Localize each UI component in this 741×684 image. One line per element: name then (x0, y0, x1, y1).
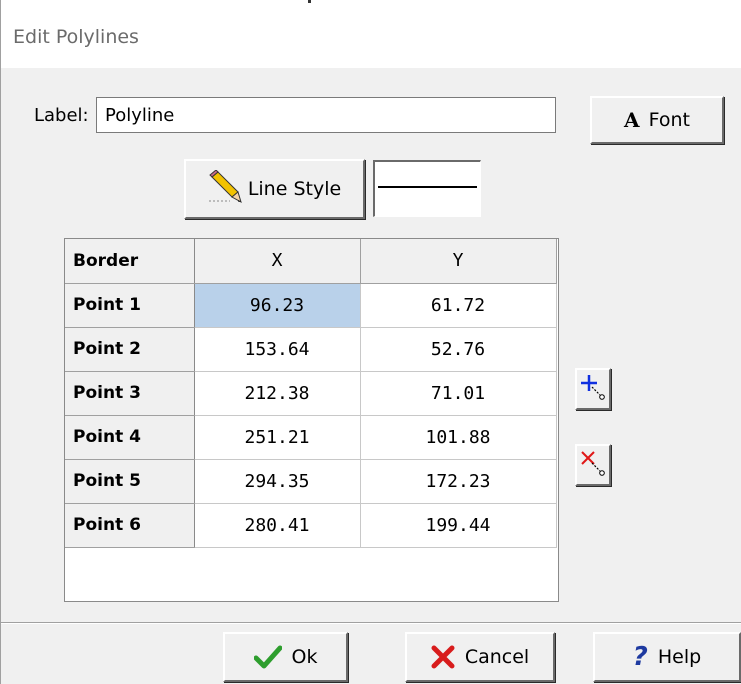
delete-point-button[interactable] (575, 444, 611, 486)
cell-y[interactable]: 71.01 (360, 371, 557, 416)
title-bar-mark (308, 0, 311, 3)
row-header[interactable]: Point 4 (65, 415, 195, 460)
pencil-icon (208, 168, 242, 209)
column-header-y[interactable]: Y (360, 239, 557, 284)
grid-header-row: Border X Y (65, 239, 557, 284)
line-style-button[interactable]: Line Style (184, 159, 365, 219)
line-style-button-label: Line Style (247, 178, 342, 200)
delete-point-icon (580, 448, 606, 483)
table-row: Point 3 212.38 71.01 (65, 371, 557, 416)
points-table: Border X Y Point 1 96.23 61.72 Point 2 1… (65, 239, 557, 548)
help-button-label: Help (657, 646, 702, 668)
add-point-icon (580, 372, 606, 407)
row-header[interactable]: Point 1 (65, 283, 195, 328)
ok-button[interactable]: Ok (223, 632, 348, 682)
cell-x[interactable]: 96.23 (194, 283, 361, 328)
table-row: Point 4 251.21 101.88 (65, 415, 557, 460)
cancel-button-label: Cancel (464, 646, 530, 668)
cell-x[interactable]: 294.35 (194, 459, 361, 504)
cancel-button[interactable]: Cancel (405, 632, 555, 682)
cell-x[interactable]: 251.21 (194, 415, 361, 460)
checkmark-icon (253, 645, 282, 669)
cell-y[interactable]: 61.72 (360, 283, 557, 328)
edit-polylines-dialog: Edit Polylines Label: A Font Line Style … (0, 0, 741, 684)
cell-y[interactable]: 199.44 (360, 503, 557, 548)
line-style-preview (373, 160, 481, 217)
cell-y[interactable]: 52.76 (360, 327, 557, 372)
line-preview-stroke (378, 186, 477, 188)
footer-divider-highlight (1, 623, 741, 624)
help-button[interactable]: ? Help (593, 632, 741, 682)
row-header[interactable]: Point 5 (65, 459, 195, 504)
add-point-button[interactable] (575, 368, 611, 410)
ok-button-label: Ok (291, 646, 318, 668)
row-header[interactable]: Point 6 (65, 503, 195, 548)
cancel-x-icon (431, 645, 455, 669)
title-bar: Edit Polylines (1, 0, 741, 68)
label-caption: Label: (34, 105, 89, 126)
column-header-x[interactable]: X (194, 239, 361, 284)
table-row: Point 5 294.35 172.23 (65, 459, 557, 504)
table-row: Point 6 280.41 199.44 (65, 503, 557, 548)
points-grid[interactable]: Border X Y Point 1 96.23 61.72 Point 2 1… (64, 238, 559, 602)
table-row: Point 2 153.64 52.76 (65, 327, 557, 372)
corner-header: Border (65, 239, 195, 284)
table-row: Point 1 96.23 61.72 (65, 283, 557, 328)
font-button[interactable]: A Font (590, 96, 724, 144)
row-header[interactable]: Point 3 (65, 371, 195, 416)
cell-x[interactable]: 280.41 (194, 503, 361, 548)
cell-y[interactable]: 172.23 (360, 459, 557, 504)
label-input[interactable] (96, 97, 556, 133)
font-icon: A (624, 108, 640, 132)
font-button-label: Font (648, 109, 690, 131)
cell-x[interactable]: 212.38 (194, 371, 361, 416)
help-question-icon: ? (632, 642, 648, 672)
cell-x[interactable]: 153.64 (194, 327, 361, 372)
cell-y[interactable]: 101.88 (360, 415, 557, 460)
row-header[interactable]: Point 2 (65, 327, 195, 372)
window-title: Edit Polylines (13, 26, 139, 48)
